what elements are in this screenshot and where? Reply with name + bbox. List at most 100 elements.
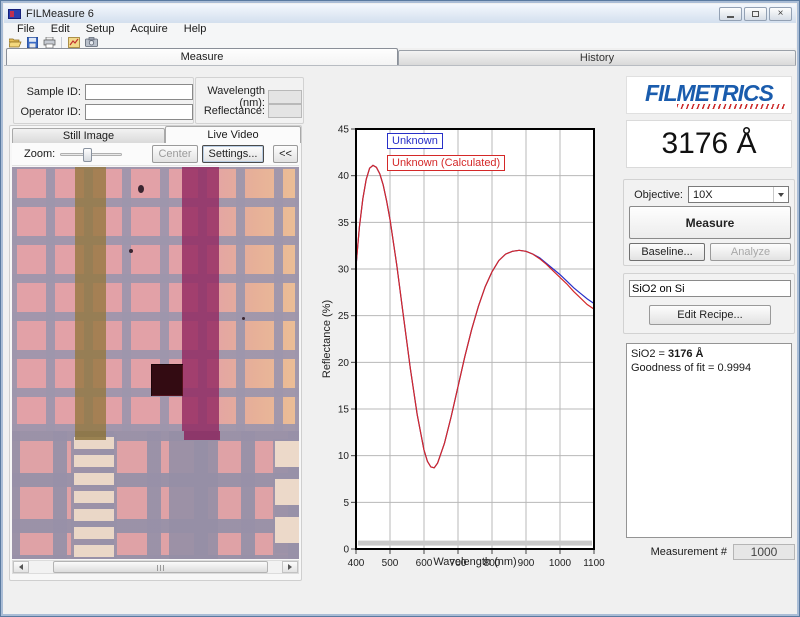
close-icon: × bbox=[778, 9, 784, 19]
baseline-button[interactable]: Baseline... bbox=[629, 243, 705, 261]
svg-text:900: 900 bbox=[518, 558, 535, 569]
window-title: FILMeasure 6 bbox=[26, 8, 94, 20]
video-controls: Zoom: Center Settings... << bbox=[12, 143, 299, 166]
wafer-stripe-magenta bbox=[182, 167, 219, 431]
toolbar bbox=[4, 36, 796, 48]
menu-setup[interactable]: Setup bbox=[79, 23, 122, 36]
objective-dropdown[interactable]: 10X bbox=[688, 186, 789, 203]
results-box: SiO2 = 3176 Å Goodness of fit = 0.9994 bbox=[626, 343, 792, 538]
analyze-button[interactable]: Analyze bbox=[710, 243, 791, 261]
wavelength-field bbox=[268, 90, 302, 104]
result-line-1: SiO2 = 3176 Å bbox=[631, 347, 787, 361]
zoom-slider[interactable] bbox=[60, 153, 122, 156]
svg-text:15: 15 bbox=[338, 405, 350, 416]
thickness-value: 3176 Å bbox=[661, 127, 756, 161]
legend-measured: Unknown bbox=[387, 133, 443, 149]
measurement-number-label: Measurement # bbox=[651, 546, 727, 558]
sample-id-input[interactable] bbox=[85, 84, 193, 100]
close-button[interactable]: × bbox=[769, 7, 792, 21]
measure-button[interactable]: Measure bbox=[629, 206, 791, 239]
svg-text:25: 25 bbox=[338, 311, 350, 322]
camera-panel: Still Image Live Video Zoom: Center Sett… bbox=[9, 125, 302, 581]
scroll-left-button[interactable] bbox=[13, 561, 29, 573]
edit-recipe-button[interactable]: Edit Recipe... bbox=[649, 305, 771, 325]
svg-text:10: 10 bbox=[338, 451, 350, 462]
tab-still-image[interactable]: Still Image bbox=[12, 128, 165, 143]
spot-readout-group: Wavelength (nm): Reflectance: bbox=[195, 77, 304, 124]
svg-text:30: 30 bbox=[338, 265, 350, 276]
svg-text:0: 0 bbox=[343, 545, 349, 556]
tab-live-video[interactable]: Live Video bbox=[165, 126, 301, 143]
scroll-right-button[interactable] bbox=[282, 561, 298, 573]
test-structure bbox=[74, 437, 114, 557]
result-line-2: Goodness of fit = 0.9994 bbox=[631, 361, 787, 375]
app-icon bbox=[8, 9, 21, 19]
restore-icon bbox=[752, 11, 759, 17]
reflectance-label: Reflectance: bbox=[199, 105, 265, 117]
acquire-baseline-icon[interactable] bbox=[67, 36, 81, 48]
main-tab-strip: Measure History bbox=[4, 48, 796, 65]
measurement-number-row: Measurement # bbox=[623, 543, 795, 560]
svg-text:600: 600 bbox=[416, 558, 433, 569]
svg-text:Reflectance (%): Reflectance (%) bbox=[321, 300, 333, 378]
snapshot-icon[interactable] bbox=[84, 36, 98, 48]
scroll-left-icon bbox=[19, 564, 23, 570]
sample-id-label: Sample ID: bbox=[19, 86, 81, 98]
dropdown-arrow-icon bbox=[773, 187, 788, 202]
restore-button[interactable] bbox=[744, 7, 767, 21]
operator-id-input[interactable] bbox=[85, 104, 193, 120]
image-horizontal-scrollbar[interactable] bbox=[12, 560, 299, 574]
reflectance-chart: 4005006007008009001000110005101520253035… bbox=[319, 121, 615, 603]
result-thickness-value: 3176 Å bbox=[668, 348, 703, 360]
zoom-label: Zoom: bbox=[24, 148, 55, 160]
wafer-grid-upper bbox=[12, 167, 299, 431]
scroll-right-icon bbox=[288, 564, 292, 570]
measurement-number-field[interactable] bbox=[733, 544, 795, 560]
open-file-icon[interactable] bbox=[8, 36, 22, 48]
svg-text:35: 35 bbox=[338, 218, 350, 229]
zoom-slider-thumb[interactable] bbox=[83, 148, 92, 162]
svg-text:1100: 1100 bbox=[583, 558, 605, 569]
recipe-input[interactable] bbox=[629, 280, 791, 297]
svg-text:20: 20 bbox=[338, 358, 350, 369]
toolbar-separator bbox=[61, 37, 62, 48]
thickness-readout: 3176 Å bbox=[626, 120, 792, 168]
menu-edit[interactable]: Edit bbox=[44, 23, 77, 36]
svg-text:500: 500 bbox=[382, 558, 399, 569]
filmetrics-logo: FILMETRICS bbox=[626, 76, 792, 114]
logo-hatch-marks bbox=[677, 104, 785, 109]
collapse-panel-button[interactable]: << bbox=[273, 145, 298, 163]
app-window: FILMeasure 6 × File Edit Setup Acquire H… bbox=[0, 0, 800, 617]
center-button[interactable]: Center bbox=[152, 145, 198, 163]
operator-id-label: Operator ID: bbox=[19, 106, 81, 118]
live-video-image[interactable] bbox=[12, 167, 299, 559]
svg-text:1000: 1000 bbox=[549, 558, 572, 569]
minimize-icon bbox=[727, 16, 734, 18]
legend-calculated: Unknown (Calculated) bbox=[387, 155, 505, 171]
menu-help[interactable]: Help bbox=[177, 23, 214, 36]
svg-text:Wavelength (nm): Wavelength (nm) bbox=[433, 556, 516, 568]
measure-tab-content: Sample ID: Operator ID: Wavelength (nm):… bbox=[4, 65, 796, 613]
menu-acquire[interactable]: Acquire bbox=[123, 23, 174, 36]
svg-text:45: 45 bbox=[338, 125, 350, 136]
save-icon[interactable] bbox=[25, 36, 39, 48]
svg-text:40: 40 bbox=[338, 171, 350, 182]
objective-value: 10X bbox=[693, 189, 713, 201]
menu-file[interactable]: File bbox=[10, 23, 42, 36]
print-icon[interactable] bbox=[42, 36, 56, 48]
sample-id-group: Sample ID: Operator ID: bbox=[13, 77, 194, 124]
wafer-grid-lower bbox=[12, 431, 299, 559]
tab-measure[interactable]: Measure bbox=[6, 48, 398, 65]
wafer-stripe-olive bbox=[75, 167, 106, 431]
tab-history[interactable]: History bbox=[398, 50, 796, 65]
reflectance-field bbox=[268, 104, 302, 118]
svg-text:5: 5 bbox=[343, 498, 349, 509]
chart-plot: 4005006007008009001000110005101520253035… bbox=[319, 121, 615, 603]
minimize-button[interactable] bbox=[719, 7, 742, 21]
objective-label: Objective: bbox=[631, 189, 683, 201]
menu-bar: File Edit Setup Acquire Help bbox=[4, 23, 796, 36]
title-bar[interactable]: FILMeasure 6 × bbox=[4, 4, 796, 23]
svg-text:400: 400 bbox=[348, 558, 365, 569]
settings-button[interactable]: Settings... bbox=[202, 145, 264, 163]
scrollbar-thumb[interactable] bbox=[53, 561, 268, 573]
